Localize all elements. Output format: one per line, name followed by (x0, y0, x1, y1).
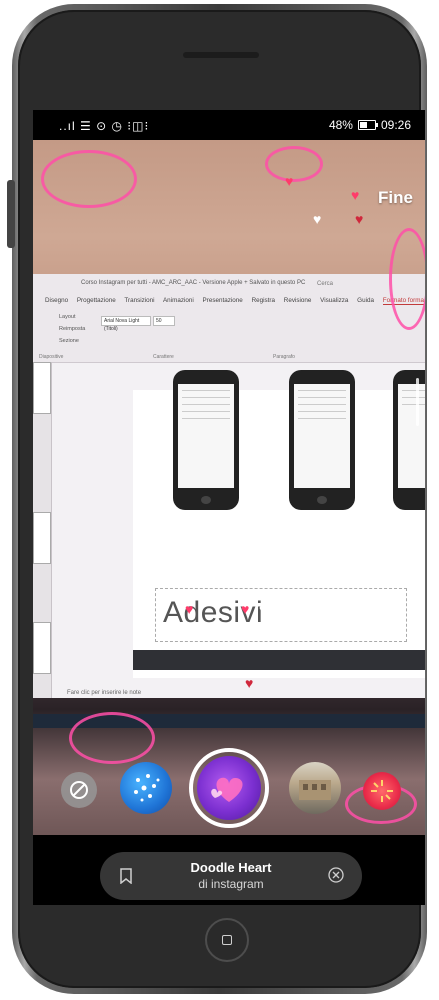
slide-phone-mockup (289, 370, 355, 510)
heart-sticker-icon: ♥ (245, 675, 254, 691)
battery-icon (357, 120, 378, 130)
home-icon (222, 935, 232, 945)
red-effect-button[interactable] (363, 772, 401, 810)
section-tool: Sezione (59, 338, 79, 344)
heart-sticker-icon: ♥ (351, 187, 360, 203)
tab: Guida (357, 297, 374, 304)
reset-tool: Reimposta (59, 326, 86, 332)
heart-sticker-icon: ♥ (285, 173, 294, 189)
window-title: Corso Instagram per tutti - AMC_ARC_AAC … (81, 280, 306, 286)
ribbon-tabs: Disegno Progettazione Transizioni Animaz… (45, 297, 425, 305)
heart-sticker-icon: ♥ (313, 211, 322, 227)
heart-sticker-icon: ♥ (259, 601, 268, 617)
tab: Animazioni (162, 297, 194, 304)
screen: ..ıl ☰ ⊙ ◷ ⁝◫⁝ 48% 09:26 Corso Instagram… (33, 110, 425, 905)
slide-thumbnail (33, 362, 51, 414)
font-size: 50 (153, 316, 175, 326)
doodle-heart-scribble (389, 228, 425, 330)
doodle-heart-scribble (265, 146, 323, 182)
group-label: Paragrafo (273, 354, 295, 360)
sparkle-effect-button[interactable] (120, 762, 172, 814)
slide-thumbnail (33, 622, 51, 674)
clock: 09:26 (380, 118, 411, 132)
home-button[interactable] (205, 918, 249, 962)
doodle-heart-scribble (41, 150, 137, 208)
no-effect-button[interactable] (61, 772, 97, 808)
heart-sticker-icon: ♥ (355, 211, 364, 227)
tab: Visualizza (320, 297, 349, 304)
effect-name: Doodle Heart (190, 860, 272, 875)
photo-icon (299, 780, 331, 800)
earpiece-speaker (183, 52, 259, 58)
notes-placeholder: Fare clic per inserire le note (67, 690, 142, 696)
doodle-heart-effect-button[interactable] (197, 756, 261, 820)
slide-footer-band (133, 650, 425, 670)
group-label: Diapositive (39, 354, 64, 360)
done-button[interactable]: Fine (378, 188, 413, 208)
effect-info-pill: Doodle Heart di instagram (100, 852, 362, 900)
close-icon[interactable] (328, 867, 344, 883)
tab: Presentazione (202, 297, 243, 304)
tab: Disegno (45, 297, 69, 304)
tab: Transizioni (124, 297, 155, 304)
status-bar: ..ıl ☰ ⊙ ◷ ⁝◫⁝ 48% 09:26 (33, 110, 425, 140)
powerpoint-ribbon: Corso Instagram per tutti - AMC_ARC_AAC … (33, 274, 425, 363)
battery-percent: 48% (328, 118, 353, 132)
camera-preview: Corso Instagram per tutti - AMC_ARC_AAC … (33, 140, 425, 835)
effect-author: di instagram (198, 877, 264, 891)
photo-effect-button[interactable] (289, 762, 341, 814)
signal-icons: ..ıl ☰ ⊙ ◷ ⁝◫⁝ (59, 119, 150, 133)
tab: Revisione (283, 297, 312, 304)
slide-phone-mockup (173, 370, 239, 510)
slide-phone-mockup (393, 370, 425, 510)
sparkle-icon (134, 774, 160, 802)
group-label: Carattere (153, 354, 174, 360)
effects-carousel (33, 748, 425, 828)
heart-sticker-icon: ♥ (241, 601, 250, 617)
tab: Registra (251, 297, 276, 304)
tab: Progettazione (76, 297, 116, 304)
font-name: Arial Nova Light (Titoli) (101, 316, 151, 332)
no-effect-icon (70, 781, 88, 799)
doodle-heart-icon (211, 777, 243, 802)
slide-thumbnail (33, 512, 51, 564)
flash-icon (371, 780, 393, 802)
monitor-screen: Corso Instagram per tutti - AMC_ARC_AAC … (33, 274, 425, 728)
brush-size-slider[interactable] (416, 378, 419, 426)
heart-sticker-icon: ♥ (185, 601, 194, 617)
search-field: Cerca (317, 281, 334, 287)
layout-tool: Layout (59, 314, 76, 320)
slide-thumbnails (33, 362, 52, 698)
side-button (7, 180, 15, 248)
